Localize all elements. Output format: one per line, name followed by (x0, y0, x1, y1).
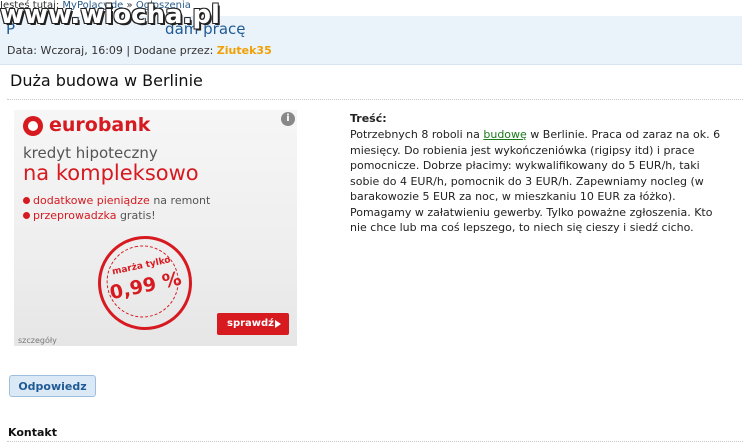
info-icon[interactable]: i (281, 112, 295, 126)
reply-button[interactable]: Odpowiedz (9, 375, 96, 397)
ad-title: Duża budowa w Berlinie (10, 71, 203, 90)
content-link-budowe[interactable]: budowę (483, 128, 526, 141)
divider (7, 99, 743, 100)
post-meta: Data: Wczoraj, 16:09 | Dodane przez: Ziu… (7, 44, 272, 57)
sponsored-banner[interactable]: i eurobank kredyt hipoteczny na kompleks… (14, 110, 297, 346)
bullet-dot-icon (23, 212, 30, 219)
banner-details-link[interactable]: szczegóły (18, 336, 57, 345)
content-label: Treść: (350, 112, 387, 125)
banner-cta-button[interactable]: sprawdź (217, 313, 289, 335)
contact-heading: Kontakt (8, 426, 57, 439)
banner-headline: kredyt hipoteczny (23, 144, 158, 162)
eurobank-logo-icon (23, 116, 43, 136)
divider (7, 441, 743, 442)
bullet-dot-icon (23, 197, 30, 204)
banner-subheadline: na kompleksowo (23, 161, 199, 185)
banner-bullet-1: dodatkowe pieniądze na remont (23, 194, 210, 207)
rate-stamp: marża tylko 0,99 % (89, 227, 201, 339)
banner-brand: eurobank (49, 114, 151, 136)
ad-content: Potrzebnych 8 roboli na budowę w Berlini… (350, 128, 721, 234)
banner-bullet-2: przeprowadzka gratis! (23, 209, 156, 222)
post-meta-date: Data: Wczoraj, 16:09 | Dodane przez: (7, 44, 214, 57)
site-watermark: www.wiocha.pl (0, 0, 220, 30)
post-author[interactable]: Ziutek35 (217, 44, 272, 57)
